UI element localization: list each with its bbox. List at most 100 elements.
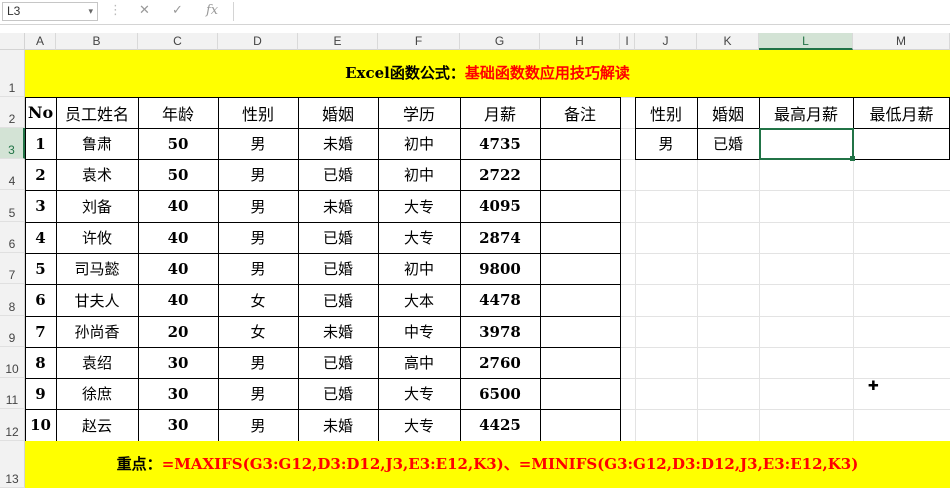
table-cell[interactable]: 30 (138, 378, 218, 409)
query-header-cell: 性别 (649, 104, 682, 124)
table-cell[interactable]: 男 (218, 159, 298, 190)
table-cell[interactable]: 已婚 (298, 253, 378, 284)
table-cell[interactable] (540, 128, 620, 159)
table-cell[interactable] (540, 347, 620, 378)
table-cell[interactable]: 4478 (460, 284, 540, 316)
table-cell[interactable]: 袁绍 (56, 347, 138, 378)
table-cell[interactable]: 3 (25, 190, 56, 222)
table-cell[interactable]: 已婚 (298, 378, 378, 409)
table-cell[interactable]: 3978 (460, 316, 540, 347)
table-cell[interactable]: 初中 (378, 253, 460, 284)
table-cell[interactable]: 4425 (460, 409, 540, 441)
table-cell[interactable]: 刘备 (56, 190, 138, 222)
query-value-cell[interactable] (759, 128, 853, 159)
table-cell[interactable]: 男 (218, 222, 298, 253)
table-cell[interactable]: 10 (25, 409, 56, 441)
table-cell[interactable] (540, 190, 620, 222)
table-cell[interactable] (540, 378, 620, 409)
footer-formula: =MAXIFS(G3:G12,D3:D12,J3,E3:E12,K3)、=MIN… (161, 455, 859, 473)
table-cell[interactable]: 许攸 (56, 222, 138, 253)
table-cell[interactable]: 已婚 (298, 222, 378, 253)
table-cell[interactable]: 7 (25, 316, 56, 347)
table-header-cell: 学历 (402, 104, 435, 124)
table-cell[interactable]: 女 (218, 284, 298, 316)
table-cell[interactable] (540, 284, 620, 316)
table-cell[interactable]: 男 (218, 378, 298, 409)
table-cell[interactable]: 甘夫人 (56, 284, 138, 316)
table-cell[interactable]: 未婚 (298, 316, 378, 347)
table-cell[interactable]: 未婚 (298, 190, 378, 222)
table-header-cell: 婚姻 (321, 104, 354, 124)
table-cell[interactable]: 2722 (460, 159, 540, 190)
table-cell[interactable]: 初中 (378, 159, 460, 190)
table-cell[interactable]: 9800 (460, 253, 540, 284)
table-header-cell: 月薪 (483, 104, 516, 124)
table-cell[interactable]: 袁术 (56, 159, 138, 190)
query-header-cell: 婚姻 (711, 104, 744, 124)
table-cell[interactable]: 大专 (378, 378, 460, 409)
table-cell[interactable]: 大专 (378, 222, 460, 253)
table-cell[interactable]: 大专 (378, 190, 460, 222)
query-header-cell: 最低月薪 (869, 104, 934, 124)
table-cell[interactable]: 初中 (378, 128, 460, 159)
table-cell[interactable]: 20 (138, 316, 218, 347)
table-cell[interactable]: 50 (138, 159, 218, 190)
table-header-cell: 性别 (241, 104, 274, 124)
table-cell[interactable]: 8 (25, 347, 56, 378)
table-cell[interactable]: 赵云 (56, 409, 138, 441)
table-cell[interactable]: 5 (25, 253, 56, 284)
table-cell[interactable]: 已婚 (298, 347, 378, 378)
table-cell[interactable]: 4095 (460, 190, 540, 222)
table-cell[interactable]: 大本 (378, 284, 460, 316)
table-cell[interactable]: 50 (138, 128, 218, 159)
cell-cursor-icon: ✚ (868, 379, 879, 394)
table-cell[interactable]: 鲁肃 (56, 128, 138, 159)
table-header-cell: 备注 (563, 104, 596, 124)
table-cell[interactable]: 男 (218, 347, 298, 378)
query-value-cell[interactable]: 男 (635, 128, 697, 159)
table-cell[interactable]: 高中 (378, 347, 460, 378)
table-cell[interactable]: 1 (25, 128, 56, 159)
table-cell[interactable]: 女 (218, 316, 298, 347)
table-cell[interactable] (540, 409, 620, 441)
table-cell[interactable] (540, 316, 620, 347)
table-cell[interactable]: 已婚 (298, 159, 378, 190)
table-cell[interactable]: 男 (218, 253, 298, 284)
table-cell[interactable]: 4 (25, 222, 56, 253)
table-cell[interactable]: 30 (138, 347, 218, 378)
table-cell[interactable]: 2 (25, 159, 56, 190)
table-cell[interactable]: 9 (25, 378, 56, 409)
query-header-cell: 最高月薪 (773, 104, 838, 124)
table-cell[interactable]: 已婚 (298, 284, 378, 316)
table-cell[interactable]: 男 (218, 190, 298, 222)
formula-banner[interactable]: 重点：=MAXIFS(G3:G12,D3:D12,J3,E3:E12,K3)、=… (25, 441, 950, 488)
table-cell[interactable]: 6500 (460, 378, 540, 409)
table-cell[interactable]: 徐庶 (56, 378, 138, 409)
table-cell[interactable] (540, 159, 620, 190)
table-header-cell: 年龄 (161, 104, 194, 124)
table-cell[interactable]: 中专 (378, 316, 460, 347)
table-cell[interactable]: 未婚 (298, 409, 378, 441)
table-cell[interactable]: 40 (138, 284, 218, 316)
table-cell[interactable]: 40 (138, 253, 218, 284)
table-cell[interactable]: 司马懿 (56, 253, 138, 284)
table-cell[interactable] (540, 253, 620, 284)
query-value-cell[interactable] (853, 128, 950, 159)
table-cell[interactable]: 大专 (378, 409, 460, 441)
table-cell[interactable]: 4735 (460, 128, 540, 159)
footer-label: 重点： (116, 455, 162, 473)
table-header-cell: 员工姓名 (64, 104, 129, 124)
table-cell[interactable]: 男 (218, 128, 298, 159)
table-cell[interactable]: 孙尚香 (56, 316, 138, 347)
table-header-cell: No (27, 103, 54, 122)
table-cell[interactable]: 未婚 (298, 128, 378, 159)
table-cell[interactable]: 2760 (460, 347, 540, 378)
table-cell[interactable]: 6 (25, 284, 56, 316)
table-cell[interactable]: 30 (138, 409, 218, 441)
query-value-cell[interactable]: 已婚 (697, 128, 759, 159)
table-cell[interactable]: 40 (138, 222, 218, 253)
table-cell[interactable]: 2874 (460, 222, 540, 253)
table-cell[interactable]: 男 (218, 409, 298, 441)
table-cell[interactable] (540, 222, 620, 253)
table-cell[interactable]: 40 (138, 190, 218, 222)
